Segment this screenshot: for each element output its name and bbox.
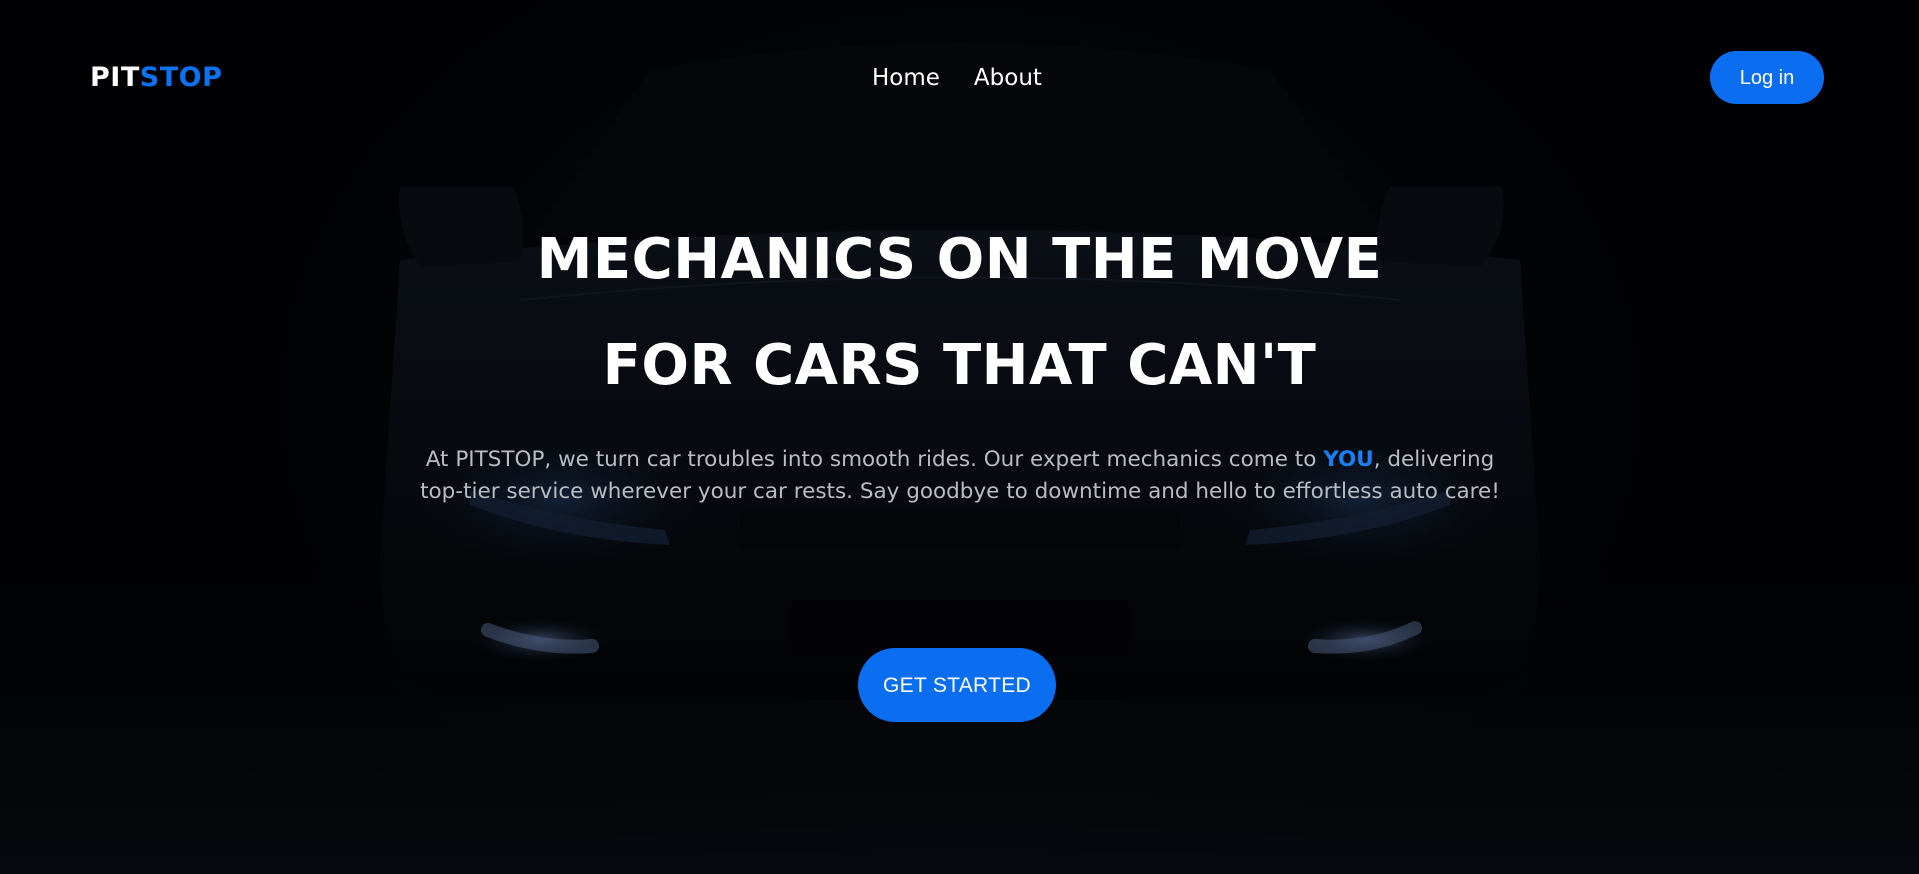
hero-description-highlight: YOU [1323,447,1374,472]
hero-section: MECHANICS ON THE MOVE FOR CARS THAT CAN'… [0,0,1919,874]
hero-description-before: At PITSTOP, we turn car troubles into sm… [425,447,1324,472]
get-started-button[interactable]: GET STARTED [858,648,1056,722]
landing-page: PITSTOP Home About Log in MECHANICS ON T… [0,0,1919,874]
hero-description: At PITSTOP, we turn car troubles into sm… [410,444,1510,508]
hero-headline-line1: MECHANICS ON THE MOVE [536,227,1383,292]
hero-headline-line2: FOR CARS THAT CAN'T [602,333,1317,398]
